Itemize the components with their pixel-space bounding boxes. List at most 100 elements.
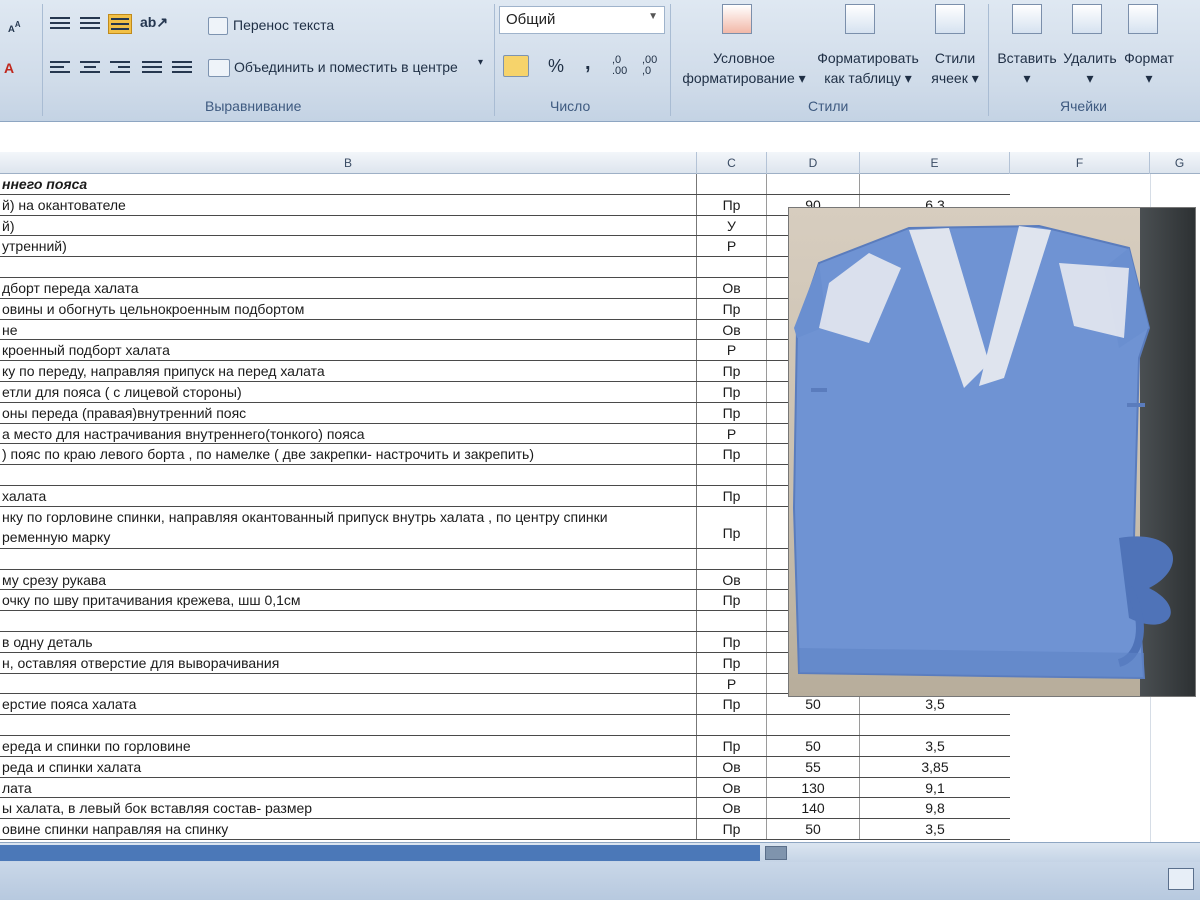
decrease-indent-icon[interactable] [140, 58, 164, 78]
cell-time[interactable]: 50 [767, 736, 860, 756]
cell-equipment[interactable]: Пр [697, 506, 767, 548]
decrease-decimal-icon[interactable]: ,00,0 [642, 55, 657, 77]
column-header-b[interactable]: B [0, 152, 697, 174]
column-header-e[interactable]: E [860, 152, 1010, 174]
cell-equipment[interactable]: Пр [697, 694, 767, 715]
cell-equipment[interactable]: Пр [697, 632, 767, 652]
cell-rate[interactable]: 3,5 [860, 819, 1010, 839]
cell-operation[interactable]: кроенный подборт халата [0, 340, 697, 361]
cell-equipment[interactable] [697, 611, 767, 631]
table-row[interactable] [0, 715, 1010, 736]
cell-styles-button[interactable]: Стили ячеек ▾ [926, 48, 984, 88]
cell-operation[interactable]: реда и спинки халата [0, 756, 697, 777]
cell-equipment[interactable]: Р [697, 423, 767, 444]
align-middle-icon[interactable] [78, 14, 102, 34]
table-row[interactable]: ы халата, в левый бок вставляя состав- р… [0, 798, 1010, 820]
cell-time[interactable]: 50 [767, 819, 860, 839]
align-bottom-icon[interactable] [108, 14, 132, 34]
align-top-icon[interactable] [48, 14, 72, 34]
cell-rate[interactable]: 3,85 [860, 757, 1010, 777]
cell-equipment[interactable]: Р [697, 340, 767, 361]
insert-button[interactable]: Вставить ▾ [994, 48, 1060, 88]
table-row[interactable]: реда и спинки халата Ов 55 3,85 [0, 756, 1010, 778]
font-size-icon[interactable]: ᴬᴬ [8, 20, 20, 39]
cell-equipment[interactable]: Ов [697, 569, 767, 590]
cell-time[interactable] [767, 174, 860, 194]
cell-operation[interactable] [0, 465, 697, 485]
cell-operation[interactable]: ереда и спинки по горловине [0, 736, 697, 756]
increase-decimal-icon[interactable]: ,0.00 [612, 55, 627, 77]
currency-icon[interactable] [503, 55, 529, 77]
cell-equipment[interactable]: Пр [697, 298, 767, 319]
cell-operation[interactable]: ерстие пояса халата [0, 694, 697, 715]
horizontal-scrollbar[interactable] [0, 842, 1200, 862]
cell-time[interactable]: 140 [767, 798, 860, 819]
cell-equipment[interactable]: Р [697, 236, 767, 257]
cell-equipment[interactable]: Пр [697, 486, 767, 506]
cell-rate[interactable] [860, 174, 1010, 194]
cell-operation[interactable]: халата [0, 486, 697, 506]
table-row[interactable]: ереда и спинки по горловине Пр 50 3,5 [0, 736, 1010, 757]
cell-operation[interactable]: нку по горловине спинки, направляя окант… [0, 506, 697, 548]
cell-rate[interactable]: 9,8 [860, 798, 1010, 818]
cell-equipment[interactable]: Пр [697, 361, 767, 381]
cell-operation[interactable]: му срезу рукава [0, 569, 697, 590]
cell-operation[interactable]: ннего пояса [0, 174, 697, 194]
delete-button[interactable]: Удалить ▾ [1060, 48, 1120, 88]
cell-operation[interactable]: утренний) [0, 236, 697, 257]
increase-indent-icon[interactable] [170, 58, 194, 78]
cell-operation[interactable]: очку по шву притачивания крежева, шш 0,1… [0, 590, 697, 611]
cell-equipment[interactable]: Пр [697, 652, 767, 673]
table-row[interactable]: ннего пояса [0, 174, 1010, 195]
cell-operation[interactable]: в одну деталь [0, 632, 697, 652]
cell-equipment[interactable]: Р [697, 673, 767, 694]
cell-operation[interactable]: а место для настрачивания внутреннего(то… [0, 423, 697, 444]
wrap-text-button[interactable]: Перенос текста [233, 17, 334, 33]
cell-operation[interactable]: н, оставляя отверстие для выворачивания [0, 652, 697, 673]
cell-operation[interactable]: етли для пояса ( с лицевой стороны) [0, 382, 697, 402]
cell-equipment[interactable]: Ов [697, 777, 767, 798]
cell-operation[interactable]: ы халата, в левый бок вставляя состав- р… [0, 798, 697, 819]
cell-time[interactable]: 55 [767, 756, 860, 777]
cell-equipment[interactable] [697, 715, 767, 735]
cell-operation[interactable] [0, 715, 697, 735]
table-row[interactable]: ерстие пояса халата Пр 50 3,5 [0, 694, 1010, 716]
chevron-down-icon[interactable]: ▾ [478, 57, 483, 68]
cell-equipment[interactable]: У [697, 215, 767, 236]
format-as-table-button[interactable]: Форматировать как таблицу ▾ [812, 48, 924, 88]
align-center-icon[interactable] [78, 58, 102, 78]
cell-rate[interactable]: 3,5 [860, 736, 1010, 756]
cell-time[interactable] [767, 715, 860, 735]
cell-operation[interactable]: ку по переду, направляя припуск на перед… [0, 361, 697, 381]
align-right-icon[interactable] [108, 58, 132, 78]
column-header-f[interactable]: F [1010, 152, 1150, 174]
cell-operation[interactable] [0, 257, 697, 277]
cell-operation[interactable]: дборт переда халата [0, 278, 697, 298]
cell-equipment[interactable]: Пр [697, 382, 767, 402]
font-color-icon[interactable]: A [4, 60, 14, 76]
sheet-tab-area[interactable] [0, 845, 760, 861]
column-header-g[interactable]: G [1150, 152, 1200, 174]
cell-rate[interactable] [860, 715, 1010, 735]
number-format-select[interactable]: Общий ▼ [499, 6, 665, 34]
cell-operation[interactable]: не [0, 319, 697, 340]
table-row[interactable]: овине спинки направляя на спинку Пр 50 3,5 [0, 819, 1010, 840]
robe-photo[interactable] [788, 207, 1196, 697]
cell-equipment[interactable]: Ов [697, 319, 767, 340]
orientation-icon[interactable]: ab↗ [140, 14, 168, 31]
cell-equipment[interactable]: Пр [697, 590, 767, 611]
cell-equipment[interactable] [697, 548, 767, 569]
cell-equipment[interactable]: Пр [697, 402, 767, 423]
comma-button[interactable]: , [585, 52, 591, 75]
cell-equipment[interactable]: Ов [697, 798, 767, 819]
conditional-formatting-button[interactable]: Условное форматирование ▾ [676, 48, 812, 88]
cell-equipment[interactable] [697, 465, 767, 485]
cell-operation[interactable]: й) [0, 215, 697, 236]
merge-center-button[interactable]: Объединить и поместить в центре [234, 59, 458, 75]
cell-operation[interactable]: овины и обогнуть цельнокроенным подборто… [0, 298, 697, 319]
align-left-icon[interactable] [48, 58, 72, 78]
cell-time[interactable]: 130 [767, 777, 860, 798]
cell-equipment[interactable]: Пр [697, 444, 767, 465]
cell-equipment[interactable]: Пр [697, 819, 767, 839]
cell-operation[interactable]: овине спинки направляя на спинку [0, 819, 697, 839]
